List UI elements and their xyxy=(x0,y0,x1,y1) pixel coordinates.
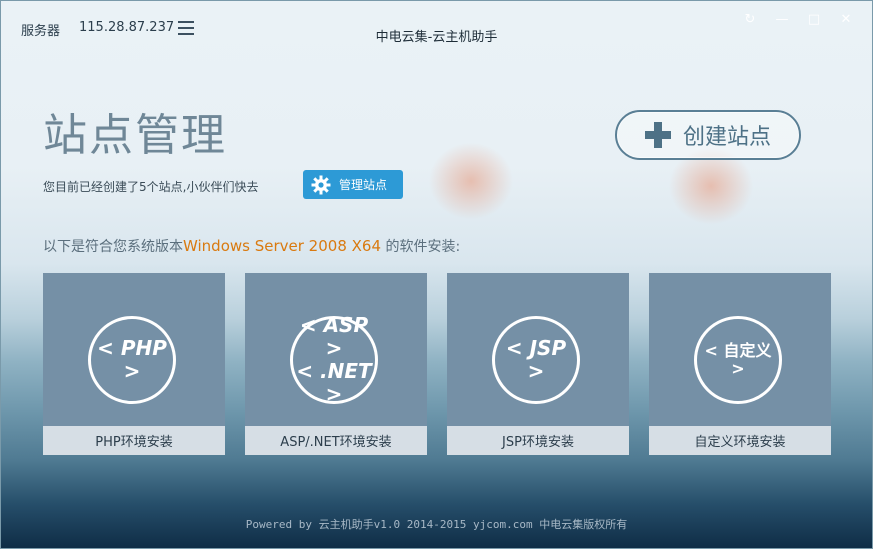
title-bar: 服务器 115.28.87.237 中电云集-云主机助手 ↻ — □ ✕ xyxy=(1,1,872,57)
env-install-cards: < PHP > PHP环境安装 < ASP > < .NET > ASP/.NE… xyxy=(43,273,831,455)
plus-icon xyxy=(644,122,671,148)
os-compat-line: 以下是符合您系统版本Windows Server 2008 X64 的软件安装: xyxy=(43,236,460,256)
php-icon: < PHP > xyxy=(88,316,176,404)
window-controls: ↻ — □ ✕ xyxy=(734,9,862,29)
page-title: 站点管理 xyxy=(43,110,227,161)
site-count-text: 您目前已经创建了5个站点,小伙伴们快去 xyxy=(43,180,259,194)
create-site-button[interactable]: 创建站点 xyxy=(615,110,801,160)
gear-icon xyxy=(311,175,331,194)
create-site-label: 创建站点 xyxy=(682,125,771,150)
jsp-install-card[interactable]: < JSP > JSP环境安装 xyxy=(447,273,629,455)
manage-sites-label: 管理站点 xyxy=(339,178,388,192)
os-name: Windows Server 2008 X64 xyxy=(183,237,381,255)
custom-install-card[interactable]: < 自定义 > 自定义环境安装 xyxy=(649,273,831,455)
manage-sites-button[interactable]: 管理站点 xyxy=(303,170,403,199)
jsp-install-label: JSP环境安装 xyxy=(447,426,629,455)
os-suffix: 的软件安装: xyxy=(381,239,461,255)
footer-copyright: Powered by 云主机助手v1.0 2014-2015 yjcom.com… xyxy=(245,518,628,531)
aspnet-icon: < ASP > < .NET > xyxy=(290,313,378,406)
jsp-icon: < JSP > xyxy=(492,316,580,404)
app-window: 服务器 115.28.87.237 中电云集-云主机助手 ↻ — □ ✕ 站点管… xyxy=(0,0,873,549)
aspnet-install-label: ASP/.NET环境安装 xyxy=(245,426,427,455)
maximize-icon[interactable]: □ xyxy=(798,9,830,29)
aspnet-install-card[interactable]: < ASP > < .NET > ASP/.NET环境安装 xyxy=(245,273,427,455)
aspnet-icon-line2: < .NET > xyxy=(296,359,372,406)
custom-install-label: 自定义环境安装 xyxy=(649,426,831,455)
aspnet-icon-line1: < ASP > xyxy=(299,313,369,360)
php-install-label: PHP环境安装 xyxy=(43,426,225,455)
php-install-card[interactable]: < PHP > PHP环境安装 xyxy=(43,273,225,455)
minimize-icon[interactable]: — xyxy=(766,9,798,29)
custom-icon: < 自定义 > xyxy=(694,316,782,404)
close-icon[interactable]: ✕ xyxy=(830,9,862,29)
refresh-icon[interactable]: ↻ xyxy=(734,9,766,29)
os-prefix: 以下是符合您系统版本 xyxy=(43,239,183,255)
